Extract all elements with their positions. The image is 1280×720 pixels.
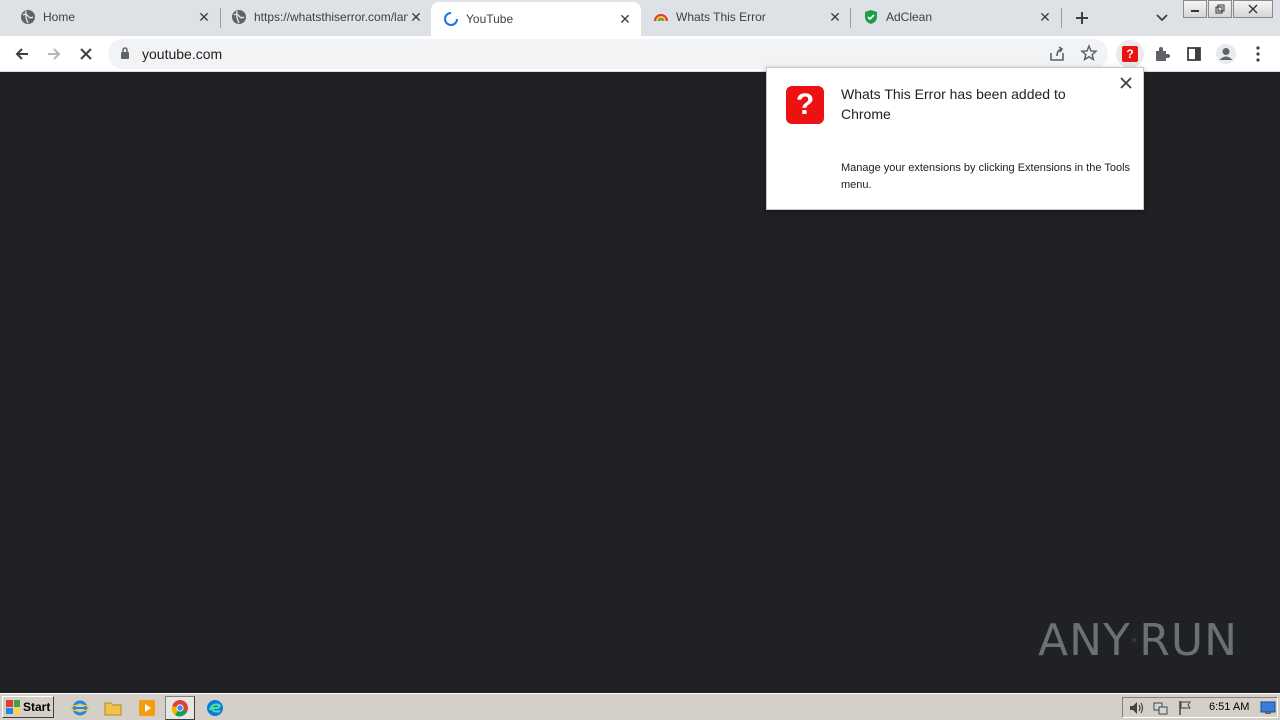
taskbar: Start 6:51 AM <box>0 693 1280 720</box>
puzzle-icon <box>1156 47 1170 61</box>
avatar-icon <box>1216 44 1236 64</box>
file-explorer-icon[interactable] <box>103 698 123 718</box>
anyrun-watermark: ANY RUN <box>1038 608 1238 672</box>
question-mark-icon: ? <box>1122 46 1138 62</box>
minimize-button[interactable] <box>1183 0 1207 18</box>
tab-home[interactable]: Home ✕ <box>0 0 220 34</box>
play-triangle-icon <box>1133 637 1138 643</box>
extension-installed-bubble: ? Whats This Error has been added to Chr… <box>766 67 1144 210</box>
close-tab-icon[interactable]: ✕ <box>408 9 424 25</box>
url-text: youtube.com <box>142 46 223 62</box>
tab-whats-this-error[interactable]: Whats This Error ✕ <box>641 0 851 34</box>
question-mark-icon: ? <box>786 86 824 124</box>
tab-title: https://whatsthiserror.com/landing <box>254 10 408 24</box>
tab-title: Whats This Error <box>676 10 766 24</box>
start-label: Start <box>23 700 51 714</box>
tab-adclean[interactable]: AdClean ✕ <box>851 0 1061 34</box>
close-tab-icon[interactable]: ✕ <box>196 9 212 25</box>
whats-this-error-extension-button[interactable]: ? <box>1116 40 1144 68</box>
close-icon <box>1120 77 1132 89</box>
back-button[interactable] <box>8 40 36 68</box>
bubble-heading: Whats This Error has been added to Chrom… <box>841 86 1066 122</box>
edge-icon[interactable] <box>205 698 225 718</box>
chrome-taskbar-button[interactable] <box>165 696 195 720</box>
watermark-text-left: ANY <box>1038 614 1131 666</box>
windows-logo-icon <box>6 700 20 714</box>
side-panel-button[interactable] <box>1180 40 1208 68</box>
tab-title: Home <box>43 10 76 24</box>
extensions-button[interactable] <box>1148 40 1176 68</box>
globe-icon <box>20 9 36 25</box>
close-bubble-button[interactable] <box>1117 74 1135 92</box>
start-button[interactable]: Start <box>2 696 54 718</box>
volume-icon[interactable] <box>1127 698 1147 718</box>
chevron-down-icon <box>1156 14 1168 22</box>
close-tab-icon[interactable]: ✕ <box>617 11 633 27</box>
stop-loading-button[interactable] <box>72 40 100 68</box>
arrow-right-icon <box>48 48 61 60</box>
lock-icon <box>120 47 130 65</box>
tab-youtube[interactable]: YouTube ✕ <box>431 2 641 36</box>
close-tab-icon[interactable]: ✕ <box>827 9 843 25</box>
clock: 6:51 AM <box>1209 701 1250 713</box>
action-center-flag-icon[interactable] <box>1175 698 1195 718</box>
internet-explorer-icon[interactable] <box>70 698 90 718</box>
share-icon[interactable] <box>1048 45 1066 68</box>
network-icon[interactable] <box>1151 698 1171 718</box>
restore-button[interactable] <box>1208 0 1232 18</box>
tab-title: YouTube <box>466 12 514 26</box>
close-window-button[interactable] <box>1233 0 1273 18</box>
rainbow-icon <box>653 9 669 25</box>
watermark-text-right: RUN <box>1139 614 1238 666</box>
new-tab-button[interactable] <box>1070 6 1094 30</box>
media-player-icon[interactable] <box>137 698 157 718</box>
show-desktop-icon[interactable] <box>1258 698 1278 718</box>
globe-icon <box>231 9 247 25</box>
green-shield-icon <box>863 9 879 25</box>
bookmark-star-icon[interactable] <box>1080 43 1098 67</box>
loading-spinner-icon <box>443 11 459 27</box>
close-icon <box>80 48 92 60</box>
close-tab-icon[interactable]: ✕ <box>1037 9 1053 25</box>
bubble-body: Manage your extensions by clicking Exten… <box>841 162 1131 191</box>
minimize-icon <box>1191 10 1199 12</box>
kebab-menu-icon <box>1256 46 1260 62</box>
close-icon <box>1248 4 1258 14</box>
forward-button[interactable] <box>40 40 68 68</box>
side-panel-icon <box>1187 47 1201 61</box>
tab-title: AdClean <box>886 10 933 24</box>
profile-button[interactable] <box>1212 40 1240 68</box>
address-bar[interactable]: youtube.com <box>108 39 1108 69</box>
tab-separator <box>1061 8 1062 28</box>
arrow-left-icon <box>15 48 28 60</box>
tab-whatsthiserror-landing[interactable]: https://whatsthiserror.com/landing ✕ <box>211 0 432 34</box>
chrome-icon <box>171 700 188 717</box>
tab-strip: Home ✕ https://whatsthiserror.com/landin… <box>0 0 1280 36</box>
tab-search-button[interactable] <box>1150 6 1174 30</box>
menu-button[interactable] <box>1244 40 1272 68</box>
restore-icon <box>1215 4 1225 14</box>
